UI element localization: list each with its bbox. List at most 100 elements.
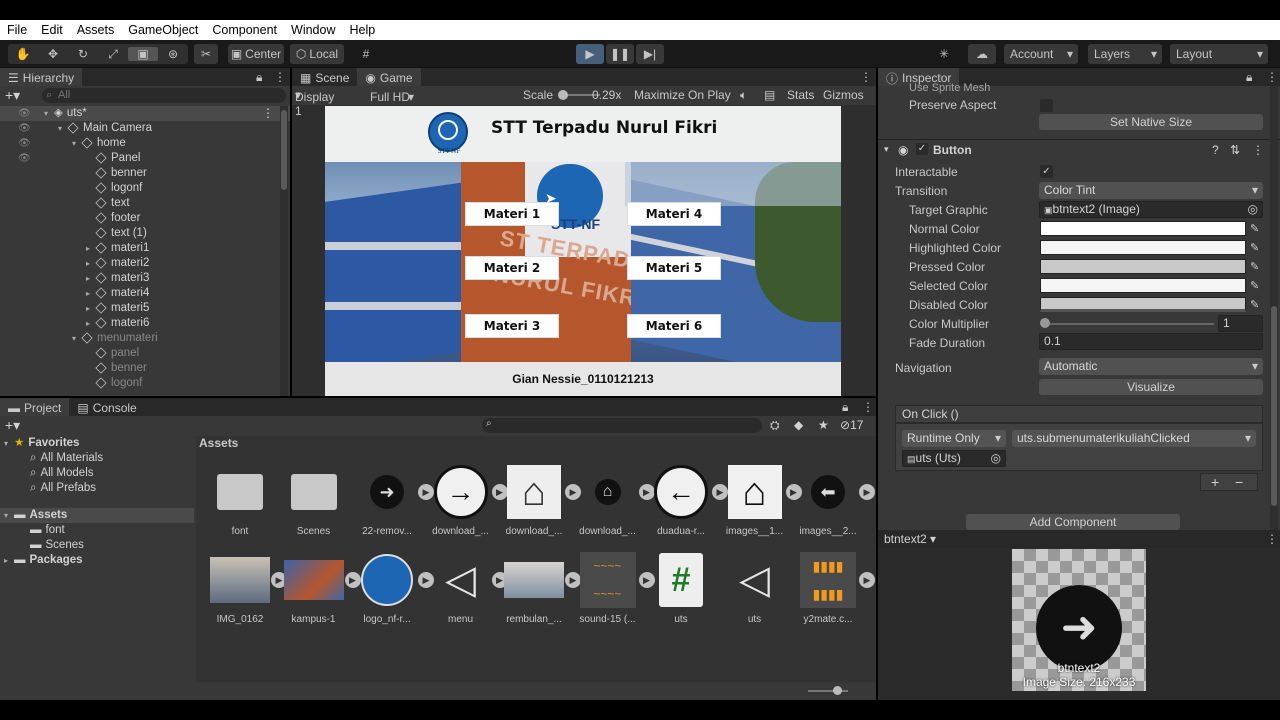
- asset-item[interactable]: Scenes: [279, 464, 349, 537]
- preserve-aspect-checkbox[interactable]: [1040, 99, 1053, 112]
- hand-tool-icon[interactable]: ✋: [8, 47, 38, 61]
- asset-item[interactable]: logo_nf-r...: [352, 552, 422, 625]
- expand-icon[interactable]: ▸: [86, 256, 96, 271]
- tab-console[interactable]: ▤ Console: [69, 398, 145, 416]
- pivot-local-button[interactable]: ⬡ Local: [290, 44, 344, 64]
- target-graphic-field[interactable]: ▣btntext2 (Image) ◎: [1039, 201, 1263, 218]
- hierarchy-item[interactable]: ▾ Main Camera: [58, 121, 152, 136]
- hierarchy-item[interactable]: panel: [86, 346, 139, 361]
- more-menu-icon[interactable]: ⋮: [860, 70, 872, 84]
- remove-item-button[interactable]: −: [1235, 474, 1243, 490]
- transform-tool-icon[interactable]: ⊛: [158, 47, 188, 61]
- scene-row[interactable]: ▾ ◈ uts* ⋮: [0, 106, 290, 121]
- gizmos-button[interactable]: Gizmos: [823, 88, 864, 102]
- display-dropdown[interactable]: Display 1 ▾: [295, 88, 334, 118]
- hierarchy-item[interactable]: ▸ materi1: [86, 241, 149, 256]
- function-dropdown[interactable]: uts.submenumaterikuliahClicked: [1012, 430, 1256, 447]
- expand-icon[interactable]: ▸: [86, 271, 96, 286]
- hierarchy-search-input[interactable]: ⌕ All: [42, 88, 286, 103]
- normal-color-swatch[interactable]: [1040, 221, 1246, 236]
- add-icon[interactable]: +▾: [5, 87, 20, 104]
- asset-item[interactable]: kampus-1: [279, 552, 349, 625]
- eyedropper-icon[interactable]: ✎: [1250, 279, 1264, 293]
- visibility-icon[interactable]: 👁︎: [18, 136, 31, 151]
- set-native-size-button[interactable]: Set Native Size: [1039, 114, 1263, 130]
- eyedropper-icon[interactable]: ✎: [1250, 298, 1264, 312]
- lock-icon[interactable]: 🔒︎: [842, 400, 848, 415]
- hierarchy-item[interactable]: footer: [86, 211, 140, 226]
- asset-item[interactable]: ~~~~ ~~~~ sound-15 (...: [573, 552, 643, 625]
- menu-gameobject[interactable]: GameObject: [121, 23, 205, 37]
- transition-dropdown[interactable]: Color Tint: [1039, 182, 1263, 199]
- expand-icon[interactable]: ▸: [86, 301, 96, 316]
- lock-icon[interactable]: 🔒︎: [1246, 70, 1252, 85]
- materi-3-button[interactable]: Materi 3: [465, 314, 559, 338]
- hierarchy-item[interactable]: ▸ materi3: [86, 271, 149, 286]
- menu-help[interactable]: Help: [342, 23, 382, 37]
- add-item-button[interactable]: +: [1211, 474, 1219, 490]
- eyedropper-icon[interactable]: ✎: [1250, 222, 1264, 236]
- hierarchy-item[interactable]: ▾ menumateri: [72, 331, 158, 346]
- more-menu-icon[interactable]: ⋮: [1266, 532, 1278, 546]
- expand-icon[interactable]: ▾: [884, 144, 889, 155]
- custom-tool-icon[interactable]: ✂: [194, 44, 218, 64]
- hierarchy-item[interactable]: text: [86, 196, 130, 211]
- object-field[interactable]: ▤uts (Uts) ◎: [902, 450, 1006, 467]
- asset-item[interactable]: rembulan_...: [499, 552, 569, 625]
- disabled-color-swatch[interactable]: [1040, 297, 1246, 312]
- tab-hierarchy[interactable]: ☰ Hierarchy: [0, 68, 83, 86]
- hierarchy-item[interactable]: logonf: [86, 181, 142, 196]
- inspector-scrollbar[interactable]: [1270, 86, 1278, 530]
- asset-item[interactable]: ▮▮▮▮ ▮▮▮▮ y2mate.c...: [793, 552, 863, 625]
- visibility-icon[interactable]: 👁︎: [18, 121, 31, 136]
- favorite-all-models[interactable]: ⌕ All Models: [30, 466, 94, 481]
- scrollbar-thumb[interactable]: [281, 110, 287, 190]
- preview-name-dropdown[interactable]: btntext2 ▾: [884, 532, 936, 546]
- packages-row[interactable]: ▸ ▬ Packages: [4, 553, 83, 568]
- object-picker-icon[interactable]: ◎: [1248, 202, 1258, 217]
- asset-item[interactable]: ⌂ download_...: [499, 464, 569, 537]
- tab-scene[interactable]: ▦ Scene: [292, 68, 358, 86]
- maximize-on-play-button[interactable]: Maximize On Play: [634, 88, 731, 102]
- materi-5-button[interactable]: Materi 5: [627, 256, 721, 280]
- mute-icon[interactable]: 🔈︎: [740, 88, 747, 103]
- expand-asset-icon[interactable]: ▶: [859, 572, 875, 588]
- pivot-center-button[interactable]: ▣ Center: [228, 44, 284, 64]
- lock-icon[interactable]: 🔒︎: [256, 70, 262, 85]
- expand-icon[interactable]: ▾: [4, 436, 14, 451]
- eyedropper-icon[interactable]: ✎: [1250, 241, 1264, 255]
- highlighted-color-swatch[interactable]: [1040, 240, 1246, 255]
- project-search-input[interactable]: ⌕: [482, 418, 762, 433]
- grid-snap-icon[interactable]: #: [354, 44, 378, 64]
- tab-project[interactable]: ▬ Project: [0, 398, 70, 416]
- expand-icon[interactable]: ▾: [72, 136, 82, 151]
- hierarchy-item[interactable]: Panel: [86, 151, 140, 166]
- expand-icon[interactable]: ▸: [86, 286, 96, 301]
- menu-file[interactable]: File: [0, 23, 34, 37]
- stats-button[interactable]: Stats: [787, 88, 814, 102]
- asset-item[interactable]: IMG_0162: [205, 552, 275, 625]
- cloud-icon[interactable]: ☁: [968, 44, 996, 64]
- layers-dropdown[interactable]: Layers ▾: [1088, 44, 1162, 64]
- more-menu-icon[interactable]: ⋮: [262, 106, 274, 120]
- menu-edit[interactable]: Edit: [34, 23, 70, 37]
- expand-icon[interactable]: ▸: [86, 316, 96, 331]
- settings-icon[interactable]: ⇅: [1230, 143, 1240, 157]
- assets-row[interactable]: ▾ ▬ Assets: [0, 508, 194, 523]
- expand-icon[interactable]: ▾: [58, 121, 68, 136]
- object-picker-icon[interactable]: ◎: [991, 451, 1001, 466]
- hierarchy-item[interactable]: ▸ materi4: [86, 286, 149, 301]
- asset-item[interactable]: font: [205, 464, 275, 537]
- asset-item[interactable]: ⬅ images__2...: [793, 464, 863, 537]
- favorites-row[interactable]: ▾ ★ Favorites: [4, 436, 79, 451]
- tab-game[interactable]: ◉ Game: [357, 68, 421, 86]
- navigation-dropdown[interactable]: Automatic: [1039, 358, 1263, 375]
- zoom-slider[interactable]: [808, 690, 848, 692]
- hidden-count[interactable]: ⊘17: [840, 418, 863, 432]
- pressed-color-swatch[interactable]: [1040, 259, 1246, 274]
- star-icon[interactable]: ★: [818, 418, 829, 432]
- hierarchy-scrollbar[interactable]: [280, 106, 288, 396]
- expand-icon[interactable]: ▾: [72, 331, 82, 346]
- color-multiplier-field[interactable]: 1: [1218, 315, 1263, 332]
- expand-icon[interactable]: ▾: [4, 508, 14, 523]
